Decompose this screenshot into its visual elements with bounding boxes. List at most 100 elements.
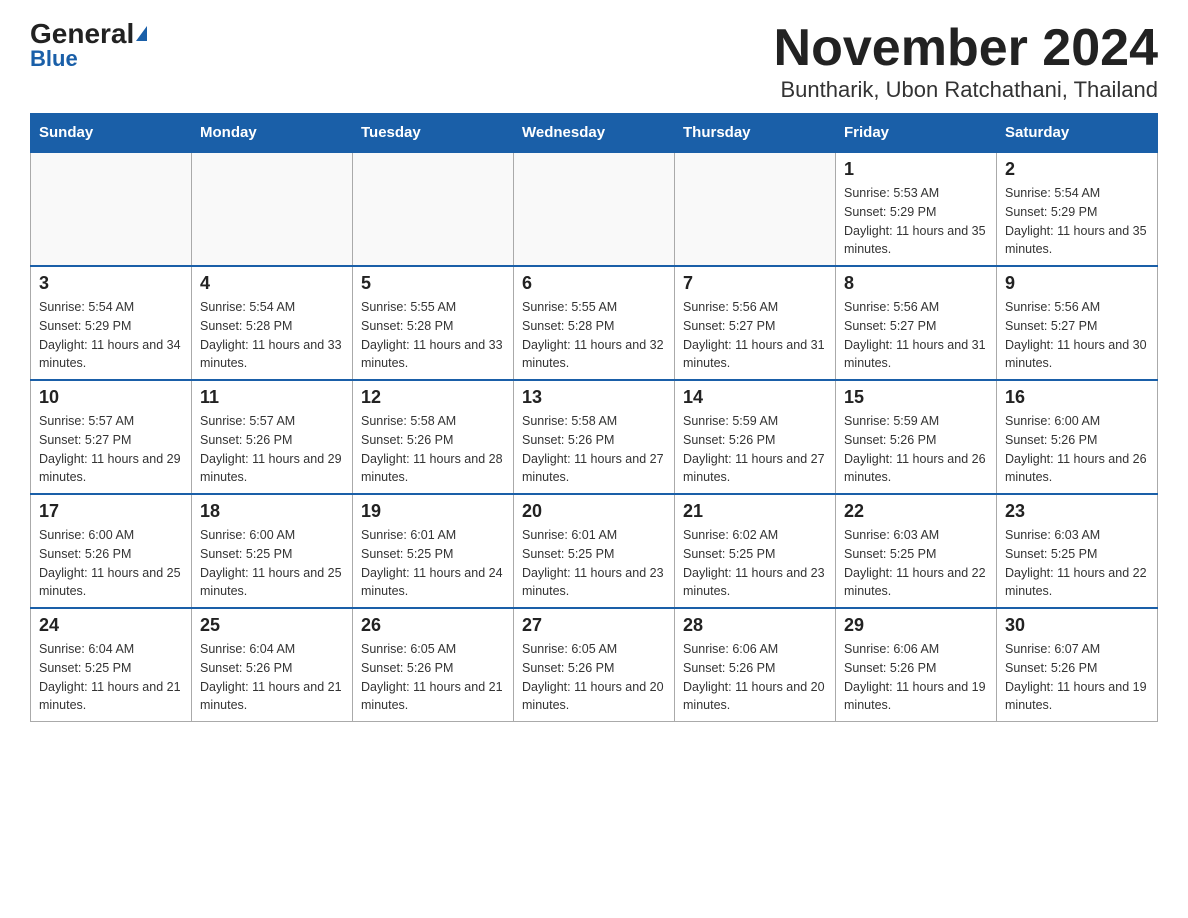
sun-info: Sunrise: 6:04 AMSunset: 5:25 PMDaylight:…	[39, 640, 183, 715]
sun-info: Sunrise: 5:54 AMSunset: 5:28 PMDaylight:…	[200, 298, 344, 373]
calendar-cell: 26Sunrise: 6:05 AMSunset: 5:26 PMDayligh…	[353, 608, 514, 722]
day-number: 4	[200, 273, 344, 294]
day-number: 8	[844, 273, 988, 294]
sun-info: Sunrise: 5:56 AMSunset: 5:27 PMDaylight:…	[1005, 298, 1149, 373]
sun-info: Sunrise: 5:55 AMSunset: 5:28 PMDaylight:…	[361, 298, 505, 373]
day-number: 25	[200, 615, 344, 636]
sun-info: Sunrise: 5:55 AMSunset: 5:28 PMDaylight:…	[522, 298, 666, 373]
sun-info: Sunrise: 5:53 AMSunset: 5:29 PMDaylight:…	[844, 184, 988, 259]
day-number: 27	[522, 615, 666, 636]
calendar-cell: 17 Sunrise: 6:00 AMSunset: 5:26 PMDayligh…	[31, 494, 192, 608]
weekday-header-monday: Monday	[192, 114, 353, 153]
day-number: 7	[683, 273, 827, 294]
day-number: 26	[361, 615, 505, 636]
day-number: 21	[683, 501, 827, 522]
weekday-header-friday: Friday	[836, 114, 997, 153]
sun-info: Sunrise: 5:57 AMSunset: 5:27 PMDaylight:…	[39, 412, 183, 487]
sun-info: Sunrise: 6:06 AMSunset: 5:26 PMDaylight:…	[844, 640, 988, 715]
sun-info: Sunrise: 6:02 AMSunset: 5:25 PMDaylight:…	[683, 526, 827, 601]
day-number: 15	[844, 387, 988, 408]
calendar-cell: 14 Sunrise: 5:59 AMSunset: 5:26 PMDayligh…	[675, 380, 836, 494]
weekday-header-tuesday: Tuesday	[353, 114, 514, 153]
logo-sub: Blue	[30, 46, 78, 72]
logo: General Blue	[30, 20, 147, 72]
month-title: November 2024	[774, 20, 1158, 77]
calendar-week-4: 17 Sunrise: 6:00 AMSunset: 5:26 PMDayligh…	[31, 494, 1158, 608]
weekday-header-sunday: Sunday	[31, 114, 192, 153]
calendar-cell: 9 Sunrise: 5:56 AMSunset: 5:27 PMDaylight…	[997, 266, 1158, 380]
calendar-week-5: 24 Sunrise: 6:04 AMSunset: 5:25 PMDayligh…	[31, 608, 1158, 722]
day-number: 14	[683, 387, 827, 408]
calendar-cell	[514, 152, 675, 266]
calendar-cell: 23Sunrise: 6:03 AMSunset: 5:25 PMDayligh…	[997, 494, 1158, 608]
calendar-cell: 16 Sunrise: 6:00 AMSunset: 5:26 PMDayligh…	[997, 380, 1158, 494]
calendar-cell: 25 Sunrise: 6:04 AMSunset: 5:26 PMDayligh…	[192, 608, 353, 722]
weekday-header-thursday: Thursday	[675, 114, 836, 153]
weekday-header-saturday: Saturday	[997, 114, 1158, 153]
day-number: 10	[39, 387, 183, 408]
calendar-cell: 24 Sunrise: 6:04 AMSunset: 5:25 PMDayligh…	[31, 608, 192, 722]
sun-info: Sunrise: 5:59 AMSunset: 5:26 PMDaylight:…	[683, 412, 827, 487]
sun-info: Sunrise: 6:03 AMSunset: 5:25 PMDaylight:…	[844, 526, 988, 601]
calendar-week-3: 10 Sunrise: 5:57 AMSunset: 5:27 PMDayligh…	[31, 380, 1158, 494]
calendar-cell: 5 Sunrise: 5:55 AMSunset: 5:28 PMDaylight…	[353, 266, 514, 380]
sun-info: Sunrise: 6:00 AMSunset: 5:26 PMDaylight:…	[1005, 412, 1149, 487]
calendar-cell: 27 Sunrise: 6:05 AMSunset: 5:26 PMDayligh…	[514, 608, 675, 722]
sun-info: Sunrise: 5:57 AMSunset: 5:26 PMDaylight:…	[200, 412, 344, 487]
calendar-week-2: 3 Sunrise: 5:54 AMSunset: 5:29 PMDaylight…	[31, 266, 1158, 380]
sun-info: Sunrise: 6:07 AMSunset: 5:26 PMDaylight:…	[1005, 640, 1149, 715]
sun-info: Sunrise: 6:04 AMSunset: 5:26 PMDaylight:…	[200, 640, 344, 715]
day-number: 12	[361, 387, 505, 408]
calendar-cell: 29 Sunrise: 6:06 AMSunset: 5:26 PMDayligh…	[836, 608, 997, 722]
day-number: 6	[522, 273, 666, 294]
calendar-cell	[192, 152, 353, 266]
day-number: 28	[683, 615, 827, 636]
calendar-header-row: SundayMondayTuesdayWednesdayThursdayFrid…	[31, 114, 1158, 153]
calendar-cell: 22Sunrise: 6:03 AMSunset: 5:25 PMDayligh…	[836, 494, 997, 608]
sun-info: Sunrise: 6:05 AMSunset: 5:26 PMDaylight:…	[522, 640, 666, 715]
day-number: 29	[844, 615, 988, 636]
calendar-cell: 11 Sunrise: 5:57 AMSunset: 5:26 PMDayligh…	[192, 380, 353, 494]
calendar-cell	[353, 152, 514, 266]
day-number: 11	[200, 387, 344, 408]
page-header: General Blue November 2024 Buntharik, Ub…	[30, 20, 1158, 103]
calendar-cell	[31, 152, 192, 266]
calendar-cell: 1 Sunrise: 5:53 AMSunset: 5:29 PMDaylight…	[836, 152, 997, 266]
logo-text: General	[30, 20, 147, 48]
calendar-cell: 6 Sunrise: 5:55 AMSunset: 5:28 PMDaylight…	[514, 266, 675, 380]
day-number: 16	[1005, 387, 1149, 408]
sun-info: Sunrise: 6:00 AMSunset: 5:26 PMDaylight:…	[39, 526, 183, 601]
calendar-cell: 13Sunrise: 5:58 AMSunset: 5:26 PMDayligh…	[514, 380, 675, 494]
sun-info: Sunrise: 5:54 AMSunset: 5:29 PMDaylight:…	[39, 298, 183, 373]
sun-info: Sunrise: 6:00 AMSunset: 5:25 PMDaylight:…	[200, 526, 344, 601]
day-number: 3	[39, 273, 183, 294]
day-number: 1	[844, 159, 988, 180]
day-number: 24	[39, 615, 183, 636]
day-number: 5	[361, 273, 505, 294]
calendar-cell: 15Sunrise: 5:59 AMSunset: 5:26 PMDayligh…	[836, 380, 997, 494]
calendar-cell	[675, 152, 836, 266]
calendar-cell: 10 Sunrise: 5:57 AMSunset: 5:27 PMDayligh…	[31, 380, 192, 494]
title-area: November 2024 Buntharik, Ubon Ratchathan…	[774, 20, 1158, 103]
calendar-cell: 2Sunrise: 5:54 AMSunset: 5:29 PMDaylight…	[997, 152, 1158, 266]
sun-info: Sunrise: 5:56 AMSunset: 5:27 PMDaylight:…	[683, 298, 827, 373]
weekday-header-wednesday: Wednesday	[514, 114, 675, 153]
day-number: 18	[200, 501, 344, 522]
day-number: 9	[1005, 273, 1149, 294]
day-number: 17	[39, 501, 183, 522]
day-number: 23	[1005, 501, 1149, 522]
sun-info: Sunrise: 6:01 AMSunset: 5:25 PMDaylight:…	[522, 526, 666, 601]
calendar-cell: 7 Sunrise: 5:56 AMSunset: 5:27 PMDaylight…	[675, 266, 836, 380]
sun-info: Sunrise: 5:54 AMSunset: 5:29 PMDaylight:…	[1005, 184, 1149, 259]
calendar-cell: 20 Sunrise: 6:01 AMSunset: 5:25 PMDayligh…	[514, 494, 675, 608]
location-title: Buntharik, Ubon Ratchathani, Thailand	[774, 77, 1158, 103]
sun-info: Sunrise: 6:01 AMSunset: 5:25 PMDaylight:…	[361, 526, 505, 601]
calendar-cell: 18 Sunrise: 6:00 AMSunset: 5:25 PMDayligh…	[192, 494, 353, 608]
sun-info: Sunrise: 5:56 AMSunset: 5:27 PMDaylight:…	[844, 298, 988, 373]
day-number: 30	[1005, 615, 1149, 636]
calendar-cell: 28Sunrise: 6:06 AMSunset: 5:26 PMDayligh…	[675, 608, 836, 722]
day-number: 20	[522, 501, 666, 522]
sun-info: Sunrise: 5:58 AMSunset: 5:26 PMDaylight:…	[361, 412, 505, 487]
calendar-cell: 30 Sunrise: 6:07 AMSunset: 5:26 PMDayligh…	[997, 608, 1158, 722]
calendar-cell: 19Sunrise: 6:01 AMSunset: 5:25 PMDayligh…	[353, 494, 514, 608]
